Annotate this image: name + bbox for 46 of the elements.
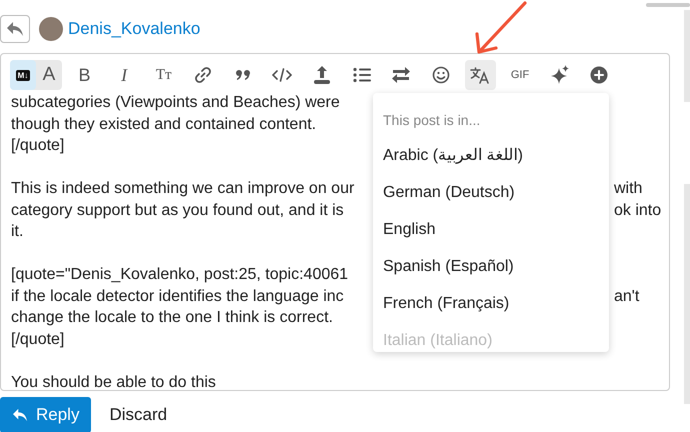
editor-text-line: You should be able to do this xyxy=(11,372,216,390)
editor-text-line: if the locale detector identifies the language inc xyxy=(11,286,344,306)
code-icon xyxy=(272,67,292,83)
reply-arrow-icon xyxy=(6,21,24,37)
language-filter-field[interactable]: This post is in... xyxy=(373,93,609,137)
mode-option[interactable]: A xyxy=(36,60,62,90)
swap-arrows-icon xyxy=(391,67,412,83)
editor-text-line: [/quote] xyxy=(11,136,64,156)
editor-text-line: [/quote] xyxy=(11,330,64,350)
language-option[interactable]: English xyxy=(373,211,609,248)
avatar xyxy=(39,17,63,41)
upload-icon xyxy=(313,65,332,85)
plus-circle-icon xyxy=(590,66,608,84)
gif-button[interactable]: GIF xyxy=(504,60,536,90)
editor-text-line: change the locale to the one I think is correct. xyxy=(11,308,333,328)
editor-text-line: category support but as you found out, and it is xyxy=(11,200,344,220)
editor-text-line: with xyxy=(613,179,642,199)
editor-text-line: though they existed and contained content. xyxy=(11,114,316,134)
translate-icon xyxy=(470,66,490,84)
language-option[interactable]: Spanish (Español) xyxy=(373,248,609,285)
mode-option[interactable]: M↓ xyxy=(10,60,36,90)
heading-button[interactable]: Tт xyxy=(148,60,180,90)
bold-button[interactable]: B xyxy=(69,60,100,90)
discard-button[interactable]: Discard xyxy=(109,405,168,425)
back-button[interactable] xyxy=(0,15,30,43)
smiley-icon xyxy=(432,66,450,84)
language-option[interactable]: German (Deutsch) xyxy=(373,174,609,211)
editor-text-line: it. xyxy=(11,222,24,242)
language-option[interactable]: French (Français) xyxy=(373,285,609,322)
username-link[interactable]: Denis_Kovalenko xyxy=(68,19,200,39)
link-icon xyxy=(194,66,212,84)
scrollbar-thumb xyxy=(646,3,690,7)
editor-text-line: This is indeed something we can improve on our xyxy=(11,179,354,199)
editor-text-line: ok into xyxy=(613,200,662,220)
translate-button[interactable] xyxy=(464,60,496,90)
reply-arrow-icon xyxy=(12,408,28,422)
mode-toggle[interactable]: M↓ A xyxy=(10,60,62,90)
editor-text-line: subcategories (Viewpoints and Beaches) were xyxy=(11,93,340,113)
language-option[interactable]: Arabic (اللغة العربية) xyxy=(373,137,609,174)
list-icon xyxy=(352,67,371,83)
quote-icon xyxy=(234,68,251,82)
italic-button[interactable]: I xyxy=(108,60,140,90)
editor-text-line: an't xyxy=(613,286,640,306)
editor-text-line: [quote="Denis_Kovalenko, post:25, topic:40061 xyxy=(11,265,348,285)
reply-button[interactable]: Reply xyxy=(0,397,92,432)
sparkle-icon xyxy=(550,65,570,85)
